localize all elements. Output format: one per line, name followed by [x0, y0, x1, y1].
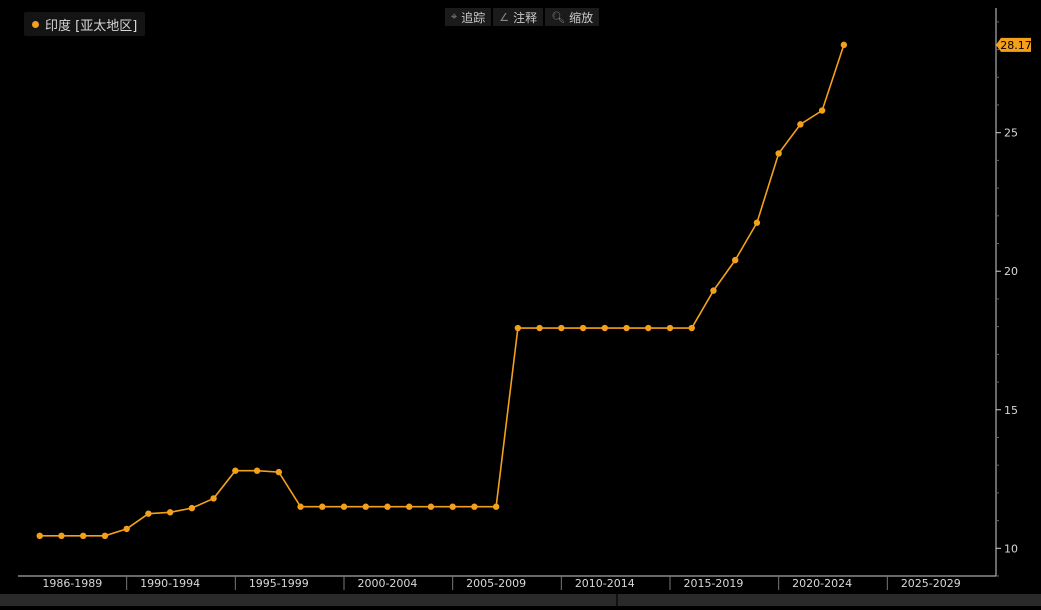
data-point	[210, 495, 217, 502]
x-tick-label: 2015-2019	[683, 577, 743, 590]
chart-toolbar: ⌖ 追踪 ∠ 注释 🔍︎ 缩放	[445, 8, 600, 26]
legend-label: 印度 [亚太地区]	[45, 18, 138, 34]
data-point	[732, 256, 739, 264]
plot-area	[36, 41, 848, 540]
x-tick-label: 1995-1999	[249, 577, 309, 590]
legend[interactable]: 印度 [亚太地区]	[24, 12, 146, 36]
series-line	[39, 44, 845, 537]
data-point	[362, 503, 369, 510]
data-point	[797, 121, 804, 128]
y-tick-label: 20	[1004, 265, 1018, 278]
annotate-label: 注释	[513, 10, 538, 25]
data-point	[319, 503, 326, 510]
x-tick-label: 2005-2009	[466, 577, 526, 590]
data-point	[275, 468, 282, 476]
data-point	[101, 532, 109, 540]
zoom-label: 缩放	[569, 10, 594, 25]
data-point	[601, 324, 608, 332]
data-point	[840, 41, 848, 49]
track-label: 追踪	[461, 10, 486, 25]
data-point	[558, 324, 565, 332]
data-point	[623, 324, 630, 332]
last-value-label: 28.17	[1000, 39, 1032, 52]
data-point	[340, 503, 348, 510]
data-point	[775, 150, 782, 157]
y-tick-label: 15	[1004, 404, 1018, 417]
crosshair-icon: ⌖	[451, 10, 458, 23]
data-point	[666, 324, 674, 332]
data-point	[384, 503, 391, 510]
data-point	[166, 509, 174, 516]
chart-area: 10 15 20 25 1986-1989 1990-1994 1995-1999 2000-…	[0, 0, 1041, 606]
data-point	[406, 503, 413, 510]
chart-svg: 10 15 20 25 1986-1989 1990-1994 1995-1999 2000-…	[18, 8, 1032, 590]
pencil-icon: ∠	[499, 10, 510, 24]
data-point	[253, 467, 261, 474]
x-tick-label: 2010-2014	[575, 577, 635, 590]
data-point	[232, 467, 239, 474]
data-point	[536, 324, 543, 332]
data-point	[58, 532, 65, 540]
data-point	[645, 324, 652, 332]
x-tick-label: 2025-2029	[901, 577, 961, 590]
data-point	[80, 532, 87, 540]
data-point	[297, 503, 304, 510]
bottom-divider	[616, 594, 618, 606]
data-point	[579, 324, 587, 332]
data-point	[688, 324, 695, 332]
legend-marker-icon	[32, 20, 39, 28]
x-tick-label: 2020-2024	[792, 577, 852, 590]
data-point	[471, 503, 478, 510]
data-point	[36, 532, 43, 540]
y-tick-label: 10	[1004, 542, 1018, 555]
x-tick-label: 1990-1994	[140, 577, 200, 590]
data-point	[123, 525, 130, 533]
data-point	[492, 503, 500, 510]
data-point	[753, 219, 761, 226]
data-point	[449, 503, 456, 510]
x-tick-label: 1986-1989	[42, 577, 102, 590]
zoom-icon: 🔍︎	[551, 10, 566, 24]
data-point	[188, 504, 196, 512]
data-point	[427, 503, 435, 510]
data-point	[145, 510, 152, 517]
annotate-button[interactable]: ∠ 注释	[493, 8, 544, 26]
x-tick-label: 2000-2004	[357, 577, 417, 590]
track-button[interactable]: ⌖ 追踪	[445, 8, 492, 26]
zoom-button[interactable]: 🔍︎ 缩放	[545, 8, 600, 26]
bottom-scrollbar[interactable]	[0, 594, 1041, 606]
axes: 10 15 20 25 1986-1989 1990-1994 1995-1999 2000-…	[18, 8, 1032, 590]
data-point	[818, 107, 826, 114]
y-tick-label: 25	[1004, 127, 1018, 140]
data-point	[710, 287, 717, 294]
data-point	[514, 324, 522, 332]
